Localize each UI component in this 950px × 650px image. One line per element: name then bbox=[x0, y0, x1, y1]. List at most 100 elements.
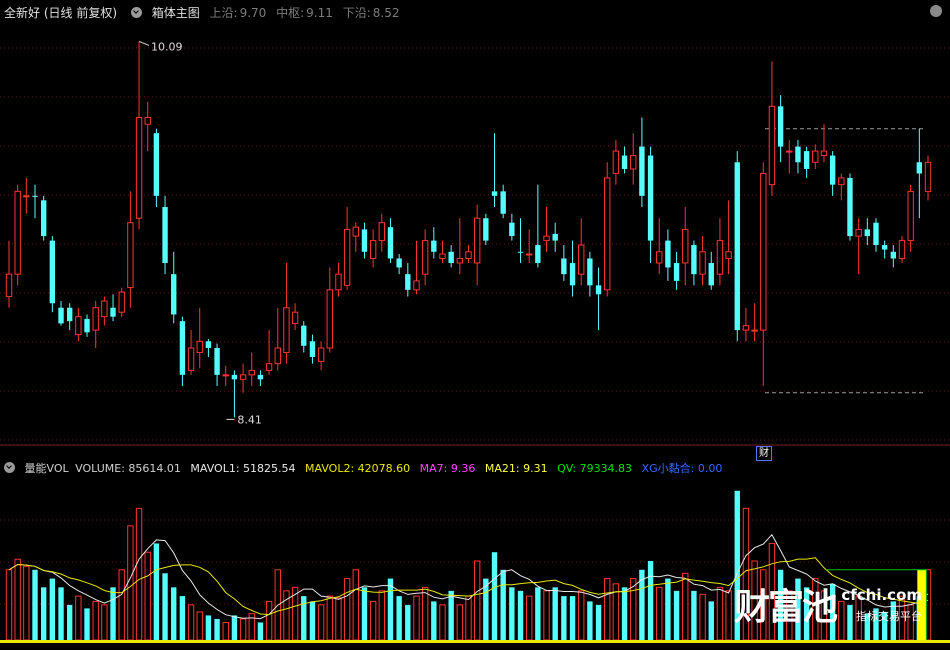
candle-body bbox=[456, 257, 464, 264]
volume-bar bbox=[413, 595, 420, 641]
candle-body bbox=[847, 177, 853, 237]
volume-bar bbox=[405, 604, 411, 640]
volume-bar bbox=[473, 560, 481, 641]
candle-body bbox=[58, 307, 64, 324]
volume-baseline bbox=[0, 640, 950, 643]
candle-body bbox=[751, 329, 758, 332]
stock-name[interactable]: 全新好 bbox=[4, 6, 40, 20]
volume-bar bbox=[725, 590, 732, 641]
volume-bar bbox=[621, 587, 628, 640]
candle-body bbox=[431, 240, 437, 252]
highlight-bar bbox=[917, 569, 927, 640]
volume-bar bbox=[439, 604, 446, 641]
high-marker-arrow bbox=[138, 40, 150, 46]
candle-body bbox=[144, 117, 151, 125]
volume-bar bbox=[587, 601, 593, 640]
candle-body bbox=[768, 105, 776, 186]
candle-body bbox=[552, 233, 558, 241]
volume-bar bbox=[257, 622, 264, 640]
volume-bar bbox=[500, 569, 506, 640]
candle-body bbox=[5, 273, 13, 298]
candle-body bbox=[734, 162, 740, 331]
chevron-down-icon[interactable] bbox=[130, 7, 142, 18]
volume-bar bbox=[491, 552, 498, 640]
candle-body bbox=[222, 374, 229, 377]
candle-body bbox=[838, 177, 845, 186]
low-marker-label: 8.41 bbox=[237, 413, 262, 426]
candle-body bbox=[587, 258, 593, 286]
candle-body bbox=[448, 251, 454, 263]
volume-bar bbox=[691, 590, 697, 640]
candle-body bbox=[595, 285, 602, 295]
volume-bar bbox=[135, 507, 143, 641]
candle-body bbox=[283, 307, 290, 353]
candle-body bbox=[708, 262, 714, 286]
volume-bar bbox=[535, 587, 541, 640]
candle-body bbox=[716, 240, 724, 275]
volume-bar bbox=[58, 587, 64, 640]
candle-body bbox=[647, 155, 654, 241]
chevron-down-icon[interactable] bbox=[4, 462, 15, 473]
volume-bar bbox=[92, 600, 99, 641]
volume-bar bbox=[205, 615, 212, 640]
candle-body bbox=[369, 240, 377, 259]
candle-body bbox=[343, 228, 351, 286]
candle-body bbox=[742, 325, 750, 331]
volume-bar bbox=[23, 565, 30, 641]
volume-bar bbox=[673, 590, 680, 640]
candle-body bbox=[795, 146, 801, 163]
volume-bar bbox=[309, 601, 316, 640]
candle-body bbox=[196, 340, 203, 353]
volume-bar bbox=[509, 587, 515, 640]
volume-bar bbox=[5, 569, 13, 641]
candle-body bbox=[898, 240, 906, 259]
volume-bar bbox=[369, 600, 377, 641]
volume-bar bbox=[343, 578, 351, 641]
volume-bar bbox=[14, 558, 21, 641]
volume-bar bbox=[847, 604, 853, 640]
candle-body bbox=[205, 341, 212, 349]
volume-bar bbox=[84, 608, 90, 640]
volume-bar bbox=[396, 596, 402, 640]
period-label[interactable]: (日线 前复权) bbox=[44, 6, 117, 20]
vol-indicator[interactable]: 量能VOL bbox=[25, 462, 69, 475]
volume-bar bbox=[118, 569, 125, 641]
candle-body bbox=[187, 347, 195, 371]
volume-bar bbox=[265, 600, 273, 641]
volume-bar bbox=[40, 587, 47, 640]
volume-bar bbox=[179, 596, 186, 640]
candle-body bbox=[162, 207, 168, 263]
volume-bar bbox=[665, 578, 671, 640]
mavol2-value: MAVOL2: 42078.60 bbox=[305, 462, 411, 475]
candle-body bbox=[413, 280, 420, 291]
candle-body bbox=[526, 253, 533, 256]
candle-body bbox=[439, 253, 446, 259]
volume-bar bbox=[162, 573, 168, 640]
candle-body bbox=[153, 133, 160, 196]
candle-body bbox=[812, 150, 819, 163]
watermark-slogan: 指标交易平台 bbox=[856, 610, 922, 623]
volume-bar bbox=[110, 587, 116, 640]
high-marker-label: 10.09 bbox=[151, 40, 183, 53]
watermark-brand: 财富池 bbox=[733, 587, 838, 628]
volume-bar bbox=[465, 595, 472, 641]
indicator-name[interactable]: 箱体主图 bbox=[152, 6, 200, 20]
volume-bar bbox=[75, 595, 82, 641]
volume-bar bbox=[378, 590, 385, 641]
candle-body bbox=[483, 218, 489, 241]
finance-badge[interactable]: 财 bbox=[756, 446, 772, 461]
candle-body bbox=[855, 228, 862, 237]
candle-body bbox=[214, 348, 220, 375]
volume-bar bbox=[335, 597, 342, 641]
candlestick-chart[interactable]: 10.09 8.41 bbox=[0, 20, 950, 460]
candle-body bbox=[14, 190, 21, 275]
center-label: 中枢: bbox=[276, 6, 305, 20]
ma7-value: MA7: 9.36 bbox=[419, 462, 476, 475]
watermark-site: cfchi.com bbox=[841, 586, 922, 604]
collapse-panel-icon[interactable] bbox=[930, 5, 942, 17]
lower-value: 8.52 bbox=[372, 6, 400, 20]
mavol1-value: MAVOL1: 51825.54 bbox=[190, 462, 296, 475]
candle-body bbox=[760, 172, 767, 331]
candle-body bbox=[656, 251, 663, 264]
volume-bar bbox=[326, 595, 333, 641]
